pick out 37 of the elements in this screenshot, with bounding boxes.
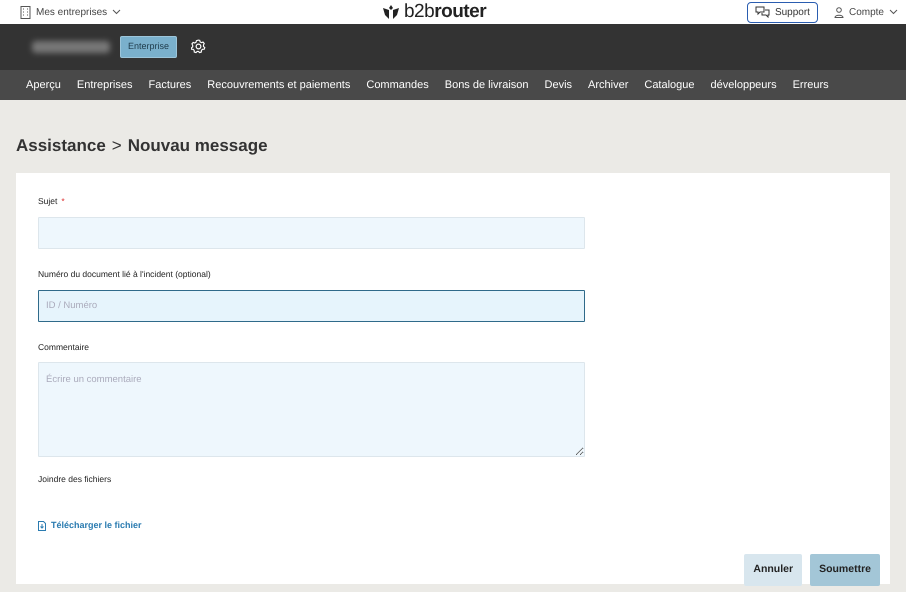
- file-icon: [38, 520, 46, 531]
- required-mark: *: [61, 195, 65, 208]
- logo[interactable]: b2brouter: [382, 0, 486, 26]
- nav-link[interactable]: Archiver: [580, 76, 636, 94]
- plan-badge: Enterprise: [120, 36, 178, 58]
- settings-icon[interactable]: [191, 39, 206, 54]
- nav-link[interactable]: Entreprises: [68, 76, 140, 94]
- upload-link[interactable]: Télécharger le fichier: [38, 519, 142, 532]
- field-label: Commentaire: [38, 340, 90, 354]
- support-button[interactable]: Support: [746, 2, 818, 22]
- page-title: Nouvau message: [128, 135, 268, 158]
- chat-icon: [754, 6, 770, 18]
- nav-link[interactable]: Catalogue: [636, 76, 703, 94]
- field-label: Numéro du document lié à l'incident (optional): [38, 268, 211, 280]
- user-icon: [834, 6, 844, 18]
- cancel-button[interactable]: Annuler: [744, 554, 802, 586]
- nav-link[interactable]: Factures: [140, 76, 200, 94]
- nav-link[interactable]: Commandes: [358, 76, 437, 94]
- nav-link[interactable]: Erreurs: [784, 76, 837, 94]
- input-field[interactable]: ID / Numéro: [38, 290, 585, 322]
- nav-link[interactable]: Bons de livraison: [436, 76, 537, 94]
- account-menu[interactable]: Compte: [834, 4, 898, 20]
- chevron-down-icon: [888, 9, 898, 15]
- companies-menu[interactable]: Mes entreprises: [20, 4, 122, 20]
- comment-field[interactable]: Écrire un commentaire: [38, 362, 585, 458]
- breadcrumb-link[interactable]: Assistance: [16, 133, 106, 159]
- submit-button[interactable]: Soumettre: [810, 554, 880, 586]
- nav-link[interactable]: Devis: [536, 76, 580, 94]
- nav-link[interactable]: Recouvrements et paiements: [199, 76, 358, 94]
- chevron-down-icon: [112, 9, 122, 15]
- attach-label: Joindre des fichiers: [38, 473, 112, 486]
- nav-link[interactable]: développeurs: [702, 76, 785, 94]
- breadcrumb-separator: >: [112, 135, 122, 158]
- logo-icon: [382, 4, 400, 20]
- field-label: Sujet: [38, 195, 58, 208]
- nav-link[interactable]: Aperçu: [18, 76, 69, 94]
- building-icon: [20, 6, 31, 18]
